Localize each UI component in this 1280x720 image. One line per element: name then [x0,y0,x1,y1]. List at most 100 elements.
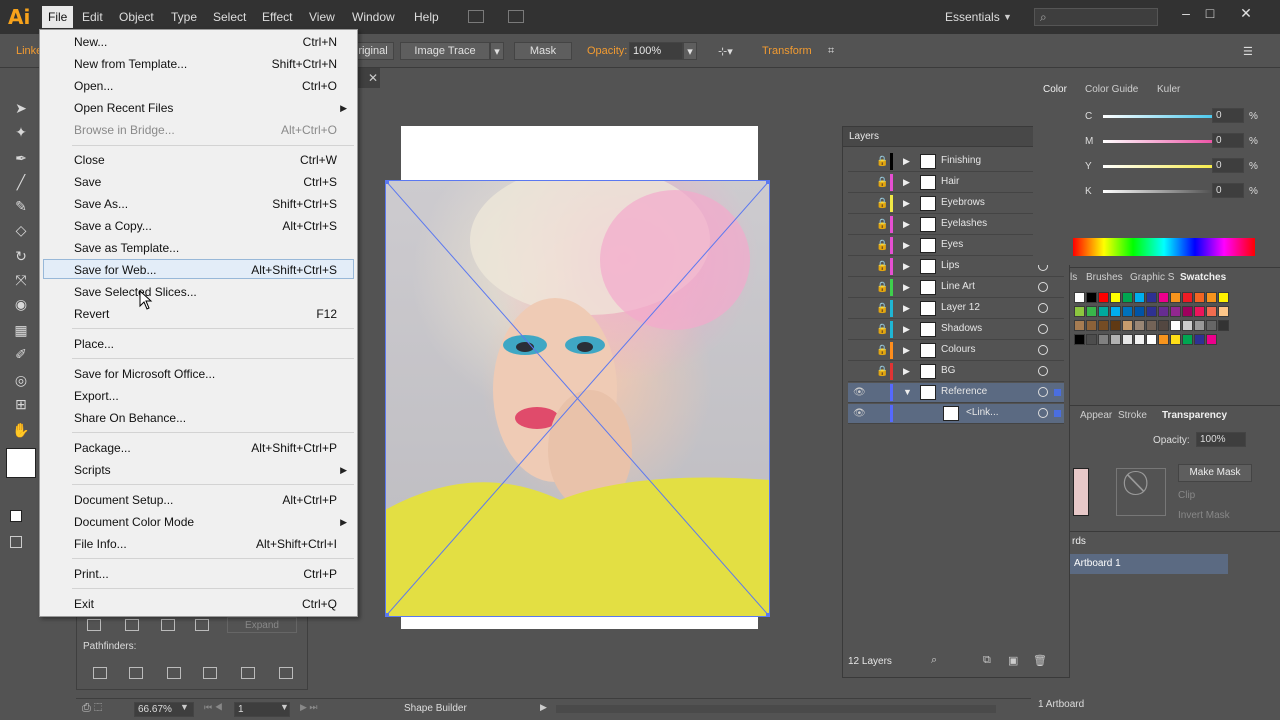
tab-symbols[interactable]: ls [1070,272,1077,283]
menu-item-new-from-template[interactable]: New from Template... [74,57,187,71]
outline-icon[interactable] [241,667,255,679]
black-field[interactable]: 0 [1212,183,1244,198]
trim-icon[interactable] [129,667,143,679]
layer-row[interactable]: 🔒 ▶ Lips [848,257,1064,277]
draw-normal-icon[interactable] [10,510,22,522]
warp-tool-icon[interactable]: ⤧ [12,272,30,288]
color-swatch[interactable] [1122,334,1133,345]
layer-name[interactable]: Line Art [941,281,975,292]
menu-item-close[interactable]: Close [74,153,105,167]
color-swatch[interactable] [1194,306,1205,317]
layer-row[interactable]: 🔒 ▶ Hair [848,173,1064,193]
opacity-label[interactable]: Opacity: [587,45,627,57]
tab-color[interactable]: Color [1043,84,1067,95]
color-swatch[interactable] [1110,292,1121,303]
color-swatch[interactable] [1146,292,1157,303]
color-swatch[interactable] [1182,320,1193,331]
color-swatch[interactable] [1170,306,1181,317]
menu-view[interactable]: View [309,10,335,26]
color-swatch[interactable] [1098,334,1109,345]
next-artboard-icon[interactable]: ▶ ⏭ [300,702,318,713]
color-swatch[interactable] [1086,306,1097,317]
close-button[interactable]: ✕ [1236,5,1256,22]
maximize-button[interactable]: □ [1200,5,1220,21]
target-circle-icon[interactable] [1038,408,1048,418]
expand-triangle-icon[interactable]: ▶ [903,240,910,251]
target-circle-icon[interactable] [1038,324,1048,334]
color-swatch[interactable] [1206,320,1217,331]
invert-mask-checkbox[interactable]: Invert Mask [1178,510,1230,521]
color-swatch[interactable] [1086,334,1097,345]
color-swatch[interactable] [1206,334,1217,345]
color-swatch[interactable] [1134,306,1145,317]
menu-item-document-setup[interactable]: Document Setup... [74,493,173,507]
lock-icon[interactable]: 🔒 [876,156,888,167]
layer-row[interactable]: 🔒 ▶ Layer 12 [848,299,1064,319]
eraser-icon[interactable]: ◇ [12,222,30,238]
color-swatch[interactable] [1170,320,1181,331]
color-swatch[interactable] [1194,334,1205,345]
hand-tool-icon[interactable]: ✋ [12,422,30,438]
new-sublayer-icon[interactable]: ⧉ [983,654,991,667]
color-swatch[interactable] [1218,306,1229,317]
layer-row[interactable]: 🔒 ▶ Eyelashes [848,215,1064,235]
expand-triangle-icon[interactable]: ▶ [903,261,910,272]
layer-name[interactable]: Hair [941,176,959,187]
mesh-tool-icon[interactable]: ▦ [12,322,30,338]
layer-row[interactable]: 🔒 ▶ Colours [848,341,1064,361]
visibility-eye-icon[interactable]: 👁 [853,387,866,398]
tab-artboards[interactable]: rds [1072,536,1086,547]
shape-builder-icon[interactable]: ◉ [12,296,30,312]
color-swatch[interactable] [1074,320,1085,331]
arrange-documents-icon[interactable] [508,10,524,23]
tab-kuler[interactable]: Kuler [1157,84,1180,95]
tab-color-guide[interactable]: Color Guide [1085,84,1138,95]
clip-checkbox[interactable]: Clip [1178,490,1195,501]
magenta-field[interactable]: 0 [1212,133,1244,148]
expand-triangle-icon[interactable]: ▶ [903,303,910,314]
lock-icon[interactable]: 🔒 [876,177,888,188]
layer-name[interactable]: Layer 12 [941,302,980,313]
pen-tool-icon[interactable]: ✒ [12,150,30,166]
color-swatch[interactable] [1218,320,1229,331]
opacity-field[interactable]: 100% [629,42,683,60]
color-swatch[interactable] [1206,292,1217,303]
unite-icon[interactable] [87,619,101,631]
color-swatch[interactable] [1134,334,1145,345]
layer-row[interactable]: 🔒 ▶ Shadows [848,320,1064,340]
layer-name[interactable]: Finishing [941,155,981,166]
menu-item-save-as-template[interactable]: Save as Template... [74,241,179,255]
crop-icon[interactable] [203,667,217,679]
expand-triangle-icon[interactable]: ▶ [903,282,910,293]
color-swatch[interactable] [1122,292,1133,303]
close-icon[interactable]: ✕ [368,71,378,85]
color-swatch[interactable] [1110,306,1121,317]
screen-mode-icon[interactable] [10,536,22,548]
lock-icon[interactable]: 🔒 [876,198,888,209]
isolate-icon[interactable]: ⌗ [828,45,834,58]
bridge-icon[interactable] [468,10,484,23]
tab-appearance[interactable]: Appear [1080,410,1112,421]
expand-triangle-icon[interactable]: ▶ [903,219,910,230]
rotate-tool-icon[interactable]: ↻ [12,248,30,264]
status-menu-arrow-icon[interactable]: ▶ [540,702,547,713]
color-swatch[interactable] [1074,292,1085,303]
color-swatch[interactable] [1134,320,1145,331]
color-swatch[interactable] [1194,292,1205,303]
line-tool-icon[interactable]: ╱ [12,174,30,190]
color-spectrum[interactable] [1073,238,1255,256]
menu-edit[interactable]: Edit [82,10,103,26]
first-artboard-icon[interactable]: ⏮ ◀ [204,702,223,713]
opacity-field[interactable]: 100% [1196,432,1246,447]
lock-icon[interactable]: 🔒 [876,366,888,377]
artboard-tool-icon[interactable]: ⊞ [12,396,30,412]
menu-item-exit[interactable]: Exit [74,597,94,611]
color-swatch[interactable] [1146,334,1157,345]
menu-item-export[interactable]: Export... [74,389,119,403]
color-swatch[interactable] [1170,292,1181,303]
intersect-icon[interactable] [161,619,175,631]
menu-object[interactable]: Object [119,10,154,26]
selection-indicator[interactable] [1054,410,1061,417]
menu-item-save-for-microsoft-office[interactable]: Save for Microsoft Office... [74,367,215,381]
layer-name[interactable]: <Link... [966,407,999,418]
